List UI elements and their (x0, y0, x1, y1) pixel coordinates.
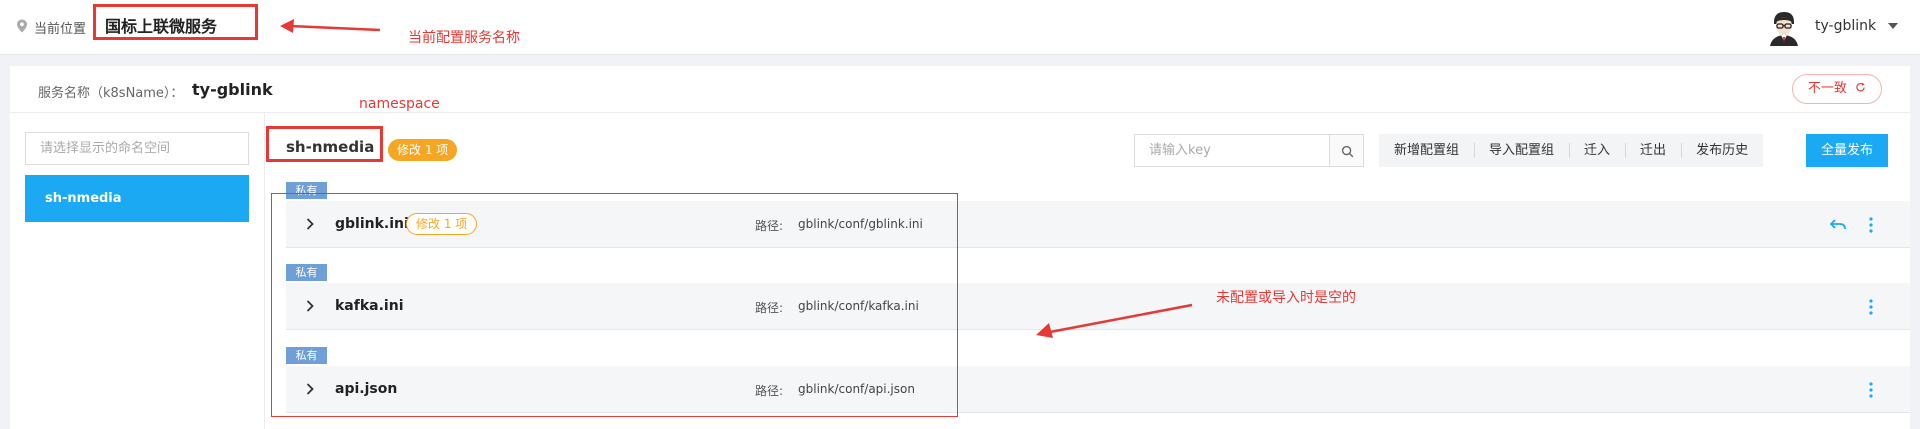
annotation-arrow-empty (1036, 303, 1193, 338)
top-header: 当前位置 国标上联微服务 当前配置服务名称 ty-gblink (0, 0, 1920, 55)
annotation-service-name: 当前配置服务名称 (408, 30, 520, 46)
breadcrumb-current-service[interactable]: 国标上联微服务 (105, 13, 217, 37)
location-pin-icon (17, 19, 27, 33)
user-avatar[interactable] (1768, 10, 1800, 46)
panel-divider (10, 112, 1910, 113)
more-vertical-icon[interactable] (1868, 381, 1874, 399)
publish-history-button[interactable]: 发布历史 (1681, 134, 1763, 167)
service-name-label: 服务名称（k8sName）： (38, 86, 184, 101)
service-name-value: ty-gblink (192, 80, 273, 99)
namespace-filter-input[interactable] (25, 132, 249, 165)
status-button-label: 不一致 (1807, 81, 1847, 96)
migrate-out-button[interactable]: 迁出 (1625, 134, 1681, 167)
annotation-empty-note: 未配置或导入时是空的 (1216, 290, 1356, 306)
publish-all-button[interactable]: 全量发布 (1806, 134, 1888, 167)
revert-icon[interactable] (1828, 216, 1848, 234)
sidebar-item-namespace[interactable]: sh-nmedia (25, 175, 249, 222)
location-label: 当前位置 (34, 22, 87, 37)
refresh-icon (1856, 82, 1865, 92)
user-name[interactable]: ty-gblink (1815, 18, 1876, 34)
more-vertical-icon[interactable] (1868, 298, 1874, 316)
sidebar-separator (264, 113, 265, 429)
namespace-title: sh-nmedia (286, 138, 375, 156)
annotation-arrow-service (280, 19, 381, 33)
key-search-input[interactable] (1134, 134, 1329, 167)
more-vertical-icon[interactable] (1868, 216, 1874, 234)
namespace-modified-badge: 修改 1 项 (388, 139, 458, 161)
search-icon (1341, 145, 1354, 158)
import-config-group-button[interactable]: 导入配置组 (1474, 134, 1569, 167)
user-menu-chevron-down-icon[interactable] (1888, 23, 1898, 29)
search-button[interactable] (1329, 134, 1364, 167)
migrate-in-button[interactable]: 迁入 (1569, 134, 1625, 167)
namespace-action-group: 新增配置组 导入配置组 迁入 迁出 发布历史 (1379, 134, 1764, 167)
new-config-group-button[interactable]: 新增配置组 (1379, 134, 1474, 167)
files-annotation-box (271, 193, 958, 417)
inconsistent-status-button[interactable]: 不一致 (1792, 74, 1882, 104)
annotation-namespace: namespace (359, 96, 440, 112)
